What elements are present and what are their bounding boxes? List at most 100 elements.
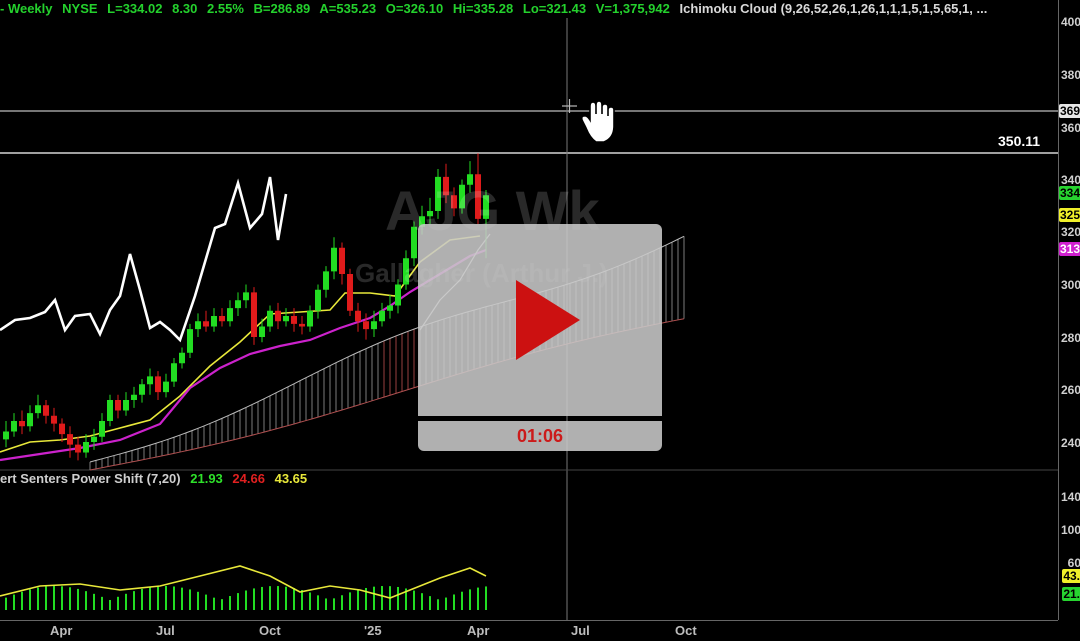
price-tick: 380 [1060, 68, 1080, 82]
candle [99, 413, 105, 442]
video-time-bar[interactable]: 01:06 [418, 421, 662, 451]
candle-body [259, 326, 265, 337]
candle-body [251, 292, 257, 337]
price-tick: 400 [1060, 15, 1080, 29]
candle-body [363, 321, 369, 330]
candle [387, 295, 393, 319]
candle [187, 323, 193, 358]
candle-body [371, 321, 377, 330]
candle-body [35, 405, 41, 414]
overlay-label[interactable]: Ichimoku Cloud (9,26,52,26,1,26,1,1,1,5,… [679, 1, 987, 16]
candle [3, 421, 9, 448]
price-tick: 320 [1060, 225, 1080, 239]
candle-body [315, 289, 321, 311]
video-player-overlay[interactable] [418, 224, 662, 416]
chart-stage[interactable]: AJG Wk Gallagher (Arthur J.) - Weekly NY… [0, 0, 1080, 640]
candle-body [387, 305, 393, 311]
candle-body [3, 431, 9, 440]
candle-body [243, 292, 249, 301]
change-value: 8.30 [172, 1, 198, 16]
candle [131, 386, 137, 408]
candle-body [59, 423, 65, 435]
candle-body [355, 310, 361, 322]
indicator-legend[interactable]: ert Senters Power Shift (7,20) 21.93 24.… [0, 470, 307, 488]
candle [67, 426, 73, 458]
indicator-value-3: 43.65 [274, 471, 308, 486]
indicator-value-1: 21.93 [190, 471, 223, 486]
candle-body [187, 329, 193, 353]
candle [307, 305, 313, 332]
price-tick: 340 [1060, 173, 1080, 187]
candle-body [195, 321, 201, 330]
price-badge: 325 [1058, 208, 1080, 222]
price-tick: 360 [1060, 121, 1080, 135]
play-icon[interactable] [516, 280, 580, 360]
candle [203, 310, 209, 332]
time-axis[interactable]: Apr Jul Oct '25 Apr Jul Oct [0, 620, 1058, 641]
candle-body [99, 421, 105, 437]
lower-indicator-panel [0, 565, 487, 610]
candle-body [299, 323, 305, 327]
candle [27, 405, 33, 432]
indicator-badge: 43. [1062, 569, 1080, 583]
candle [355, 302, 361, 332]
candle-body [307, 310, 313, 327]
level-label: 350.11 [998, 133, 1041, 149]
candle [11, 413, 17, 437]
candle-body [91, 436, 97, 442]
candle-body [147, 376, 153, 385]
hand-cursor-icon [580, 100, 615, 143]
price-tick: 280 [1060, 331, 1080, 345]
indicator-badge: 21. [1062, 587, 1080, 601]
indicator-tick: 60 [1067, 556, 1080, 570]
indicator-tick: 100 [1060, 523, 1080, 537]
candle-body [51, 415, 57, 424]
price-badge: 369 [1058, 104, 1080, 118]
candle [299, 316, 305, 335]
price-axis[interactable]: 400 380 360 340 320 300 280 260 240 369 … [1058, 0, 1080, 620]
candle [75, 436, 81, 461]
candle-body [171, 363, 177, 382]
candle [235, 292, 241, 316]
time-tick: Apr [50, 623, 73, 638]
candle [211, 308, 217, 332]
candle [379, 302, 385, 327]
candle-body [203, 321, 209, 327]
candle-body [211, 316, 217, 327]
candle [283, 308, 289, 327]
candle [275, 302, 281, 330]
candle-body [227, 308, 233, 322]
indicator-tick: 140 [1060, 490, 1080, 504]
time-tick: '25 [364, 623, 382, 638]
candle-body [19, 421, 25, 427]
candle [219, 308, 225, 327]
candle-body [163, 381, 169, 393]
period-label: - Weekly [0, 1, 53, 16]
open-value: O=326.10 [385, 1, 444, 16]
candle-body [75, 444, 81, 453]
chikou-line [0, 176, 288, 343]
indicator-value-2: 24.66 [232, 471, 265, 486]
candle-body [139, 384, 145, 395]
a-value: A=535.23 [319, 1, 377, 16]
candle-body [339, 247, 345, 274]
candle [83, 434, 89, 458]
candle-body [235, 300, 241, 309]
chart-header: - Weekly NYSE L=334.02 8.30 2.55% B=286.… [0, 0, 1058, 20]
candle [331, 237, 337, 280]
time-tick: Jul [156, 623, 175, 638]
indicator-name: ert Senters Power Shift (7,20) [0, 471, 181, 486]
candle [35, 394, 41, 419]
candle-body [331, 247, 337, 272]
candle [115, 394, 121, 419]
candle-body [123, 400, 129, 411]
candle [163, 373, 169, 398]
candle-body [275, 310, 281, 322]
candle [171, 358, 177, 387]
candle-body [11, 421, 17, 432]
candle [43, 400, 49, 424]
candle [323, 266, 329, 298]
candle-body [83, 442, 89, 453]
candle [59, 418, 65, 442]
candle [51, 407, 57, 432]
